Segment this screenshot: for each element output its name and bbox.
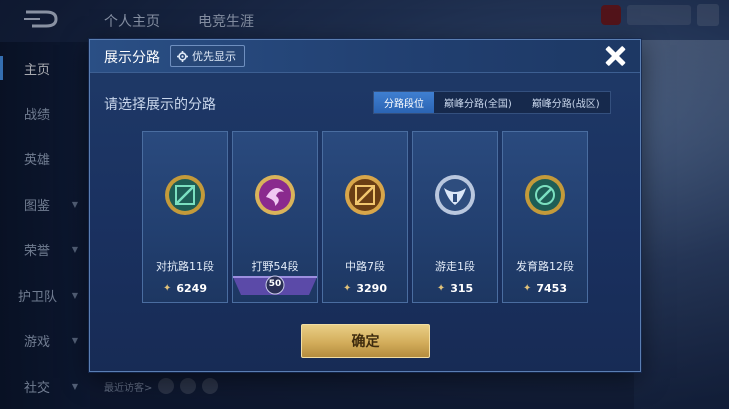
lane-score-value: 3290 [356,282,387,295]
confirm-button[interactable]: 确定 [301,324,430,358]
lane-name: 中路7段 [345,260,385,273]
lane-card-clash[interactable]: 对抗路11段 ✦ 6249 [142,131,228,303]
tab-peak-lane-region[interactable]: 巅峰分路(战区) [522,92,610,113]
dialog-prompt: 请选择展示的分路 [104,97,216,113]
tab-lane-rank[interactable]: 分路段位 [374,92,434,113]
lane-name: 游走1段 [435,260,475,273]
lane-score-value: 6249 [176,282,207,295]
priority-display-button[interactable]: 优先显示 [170,45,245,67]
score-icon: ✦ [522,283,532,294]
lane-score: ✦ 3290 [323,282,407,295]
lane-name: 对抗路11段 [156,260,214,273]
tab-peak-lane-national[interactable]: 巅峰分路(全国) [434,92,522,113]
lane-name: 发育路12段 [516,260,574,273]
lane-card-roam[interactable]: 游走1段 ✦ 315 [412,131,498,303]
lane-score: ✦ 7453 [503,282,587,295]
lane-score-value: 315 [450,282,474,295]
gear-icon [177,50,188,62]
mid-lane-emblem-icon [345,175,385,215]
dialog-header: 展示分路 优先显示 [90,40,640,73]
lane-card-jungle[interactable]: 打野54段 50 [232,131,318,303]
lane-card-mid[interactable]: 中路7段 ✦ 3290 [322,131,408,303]
roam-emblem-icon [435,175,475,215]
lane-score: ✦ 315 [413,282,497,295]
lane-card-farm[interactable]: 发育路12段 ✦ 7453 [502,131,588,303]
close-icon[interactable] [603,44,627,68]
lane-display-dialog: 展示分路 优先显示 请选择展示的分路 分路段位 巅峰分路(全国) 巅峰分路(战区… [89,39,641,372]
lane-tabs: 分路段位 巅峰分路(全国) 巅峰分路(战区) [373,91,611,114]
score-icon: ✦ [342,283,352,294]
score-icon: ✦ [436,283,446,294]
lane-score: ✦ 6249 [143,282,227,295]
priority-display-label: 优先显示 [192,50,236,63]
score-icon: ✦ [162,283,172,294]
lane-name: 打野54段 [251,260,299,273]
lane-score-value: 7453 [536,282,567,295]
rank-ribbon-number: 50 [268,279,282,289]
jungle-emblem-icon [255,175,295,215]
farm-lane-emblem-icon [525,175,565,215]
dialog-title: 展示分路 [104,50,160,66]
clash-lane-emblem-icon [165,175,205,215]
